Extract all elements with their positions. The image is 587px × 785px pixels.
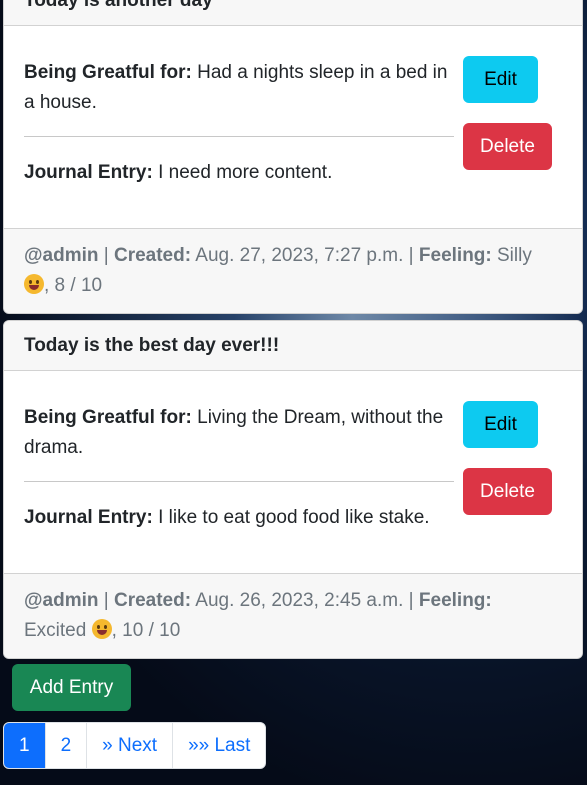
card-body: Being Greatful for: Had a nights sleep i… bbox=[4, 26, 582, 228]
separator: | bbox=[98, 590, 114, 611]
next-page-link[interactable]: » Next bbox=[87, 723, 174, 768]
card-footer: @admin | Created: Aug. 27, 2023, 7:27 p.… bbox=[4, 228, 582, 313]
rating-value: , 8 / 10 bbox=[44, 275, 103, 296]
separator: | bbox=[403, 245, 419, 266]
card-footer: @admin | Created: Aug. 26, 2023, 2:45 a.… bbox=[4, 573, 582, 658]
grateful-label: Being Greatful for: bbox=[24, 407, 192, 428]
add-entry-button[interactable]: Add Entry bbox=[12, 664, 131, 711]
author-handle: @admin bbox=[24, 590, 99, 611]
feeling-label: Feeling: bbox=[418, 590, 492, 611]
grateful-text: Being Greatful for: Living the Dream, wi… bbox=[24, 403, 454, 463]
grateful-label: Being Greatful for: bbox=[24, 62, 192, 83]
separator: | bbox=[98, 245, 114, 266]
created-label: Created: bbox=[113, 590, 192, 611]
page-1-link[interactable]: 1 bbox=[4, 723, 46, 768]
divider bbox=[24, 481, 454, 482]
created-value: Aug. 26, 2023, 2:45 a.m. bbox=[191, 590, 404, 611]
divider bbox=[24, 136, 454, 137]
journal-label: Journal Entry: bbox=[24, 507, 153, 528]
journal-label: Journal Entry: bbox=[24, 162, 153, 183]
edit-button[interactable]: Edit bbox=[463, 56, 538, 103]
last-page-link[interactable]: »» Last bbox=[173, 723, 265, 768]
delete-button[interactable]: Delete bbox=[463, 123, 552, 170]
created-value: Aug. 27, 2023, 7:27 p.m. bbox=[191, 245, 404, 266]
author-handle: @admin bbox=[24, 245, 99, 266]
entry-title: Today is the best day ever!!! bbox=[24, 334, 280, 356]
page-2-link[interactable]: 2 bbox=[46, 723, 88, 768]
entry-title: Today is another day bbox=[24, 0, 213, 11]
feeling-value: Silly bbox=[491, 245, 532, 266]
pagination: 1 2 » Next »» Last bbox=[3, 722, 267, 769]
feeling-value: Excited bbox=[24, 620, 92, 641]
created-label: Created: bbox=[113, 245, 192, 266]
journal-card: Today is the best day ever!!! Being Grea… bbox=[3, 320, 583, 659]
grateful-text: Being Greatful for: Had a nights sleep i… bbox=[24, 58, 454, 118]
card-title: Today is the best day ever!!! bbox=[4, 321, 582, 371]
separator: | bbox=[403, 590, 419, 611]
journal-value: I need more content. bbox=[152, 162, 333, 183]
rating-value: , 10 / 10 bbox=[111, 620, 181, 641]
journal-text: Journal Entry: I need more content. bbox=[24, 158, 454, 188]
excited-emoji-icon bbox=[91, 619, 112, 639]
delete-button[interactable]: Delete bbox=[463, 468, 552, 515]
card-body: Being Greatful for: Living the Dream, wi… bbox=[4, 371, 582, 573]
journal-value: I like to eat good food like stake. bbox=[152, 507, 430, 528]
journal-card: Today is another day Being Greatful for:… bbox=[3, 0, 583, 314]
edit-button[interactable]: Edit bbox=[463, 401, 538, 448]
silly-emoji-icon bbox=[24, 274, 44, 294]
journal-text: Journal Entry: I like to eat good food l… bbox=[24, 503, 454, 533]
card-title: Today is another day bbox=[4, 0, 582, 26]
feeling-label: Feeling: bbox=[418, 245, 492, 266]
